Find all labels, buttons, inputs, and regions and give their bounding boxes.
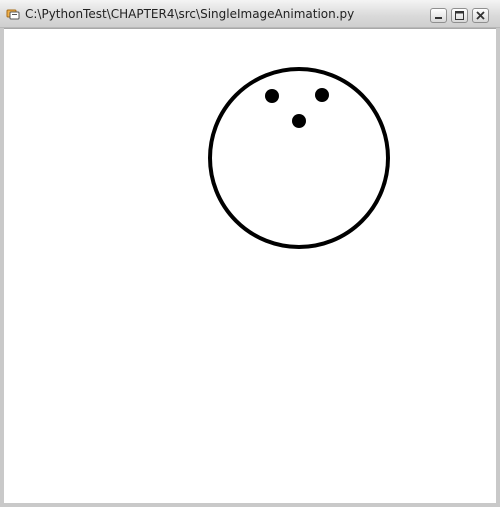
close-icon: [476, 11, 485, 20]
python-app-icon[interactable]: [6, 8, 20, 20]
title-bar[interactable]: C:\PythonTest\CHAPTER4\src\SingleImageAn…: [0, 0, 500, 28]
bowling-ball-hole-center: [292, 114, 306, 128]
minimize-icon: [435, 17, 442, 19]
minimize-button[interactable]: [430, 8, 447, 23]
close-button[interactable]: [472, 8, 489, 23]
bowling-ball-hole-right: [315, 88, 329, 102]
window-title: C:\PythonTest\CHAPTER4\src\SingleImageAn…: [25, 7, 355, 21]
maximize-icon: [455, 11, 464, 20]
bowling-ball-hole-left: [265, 89, 279, 103]
drawing-canvas[interactable]: [4, 28, 496, 503]
bowling-ball-outline: [208, 67, 390, 249]
window-frame-right: [496, 28, 500, 507]
maximize-button[interactable]: [451, 8, 468, 23]
application-window: C:\PythonTest\CHAPTER4\src\SingleImageAn…: [0, 0, 500, 507]
animation-canvas-svg: [208, 67, 390, 249]
